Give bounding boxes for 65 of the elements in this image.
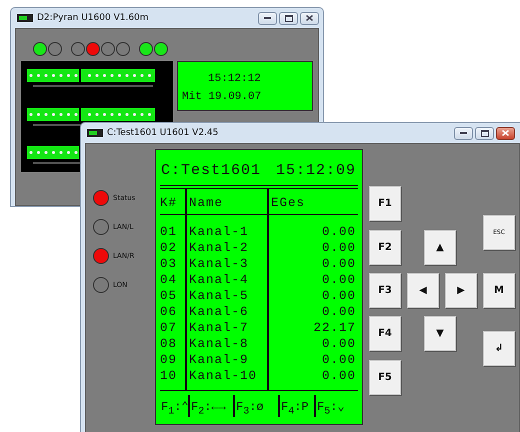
table-cell-text: 0.00 [320,240,357,256]
keypad-button[interactable]: F5 [369,360,401,395]
maximize-button[interactable] [279,12,298,24]
table-cell-text: 0.00 [320,352,357,368]
table-cell-text: 0.00 [320,368,357,384]
column-header: Name [188,195,224,212]
table-cell-text: Kanal-7 [188,320,250,336]
function-key-label: F$_{4}$:P [278,395,314,417]
table-cell-text: 09 [160,352,178,368]
table-cell-text: 10 [160,368,178,384]
keypad-button[interactable]: ◀ [407,273,439,308]
function-key-label: F$_{2}$:←→ [188,395,233,417]
function-key-label: F$_{1}$:⌃ [160,399,188,417]
function-key-label: F$_{5}$:⌄ [314,395,358,417]
table-cell-text: 0.00 [320,288,357,304]
close-button[interactable] [300,12,319,24]
keypad-button[interactable]: ▲ [424,230,456,265]
table-cell-text: Kanal-2 [188,240,250,256]
table-cell-text: 0.00 [320,224,357,240]
table-cell-text: 0.00 [320,256,357,272]
keypad-button[interactable]: ▶ [445,273,477,308]
display-line: 15:12:12 [207,72,262,87]
close-button[interactable] [496,126,515,140]
close-icon [306,15,313,21]
minimize-button[interactable] [454,126,473,140]
maximize-button[interactable] [475,126,494,140]
table-cell-text: 08 [160,336,178,352]
table-cell-text: Kanal-3 [188,256,250,272]
keypad-button[interactable]: F3 [369,273,401,308]
display-line: Mit 19.09.07 [182,90,262,105]
clock-time: 15:12:09 [276,162,356,180]
close-icon [502,130,509,136]
table-cell-text: Kanal-6 [188,304,250,320]
table-cell-text: Kanal-5 [188,288,250,304]
app-icon [87,129,103,137]
keypad-button[interactable]: F2 [369,230,401,265]
table-cell-text: 22.17 [312,320,357,336]
window-title: D2:Pyran U1600 V1.60m [37,13,149,23]
device-name: C:Test1601 [161,162,262,180]
keypad-button[interactable]: F4 [369,316,401,351]
column-header: EGes [270,195,306,212]
table-cell-text: 0.00 [320,272,357,288]
table-cell-text: Kanal-1 [188,224,250,240]
table-cell-text: Kanal-10 [188,368,258,384]
table-cell-text: 01 [160,224,178,240]
function-key-label: F$_{3}$:ø [233,395,278,417]
table-cell-text: 05 [160,288,178,304]
table-cell-text: 03 [160,256,178,272]
app-icon [17,14,33,22]
table-cell-text: Kanal-9 [188,352,250,368]
table-cell-text: 0.00 [320,336,357,352]
column-header: K# [160,195,178,212]
keypad-button[interactable]: F1 [369,186,401,221]
table-cell-text: Kanal-8 [188,336,250,352]
table-cell-text: 0.00 [320,304,357,320]
table-cell-text: 02 [160,240,178,256]
table-cell-text: Kanal-4 [188,272,250,288]
table-cell-text: 04 [160,272,178,288]
table-cell-text: 07 [160,320,178,336]
keypad-button[interactable]: ↲ [483,331,515,366]
minimize-button[interactable] [258,12,277,24]
window-title: C:Test1601 U1601 V2.45 [107,128,218,138]
keypad-button[interactable]: M [483,273,515,308]
table-cell-text: 06 [160,304,178,320]
keypad-button[interactable]: ▼ [424,316,456,351]
